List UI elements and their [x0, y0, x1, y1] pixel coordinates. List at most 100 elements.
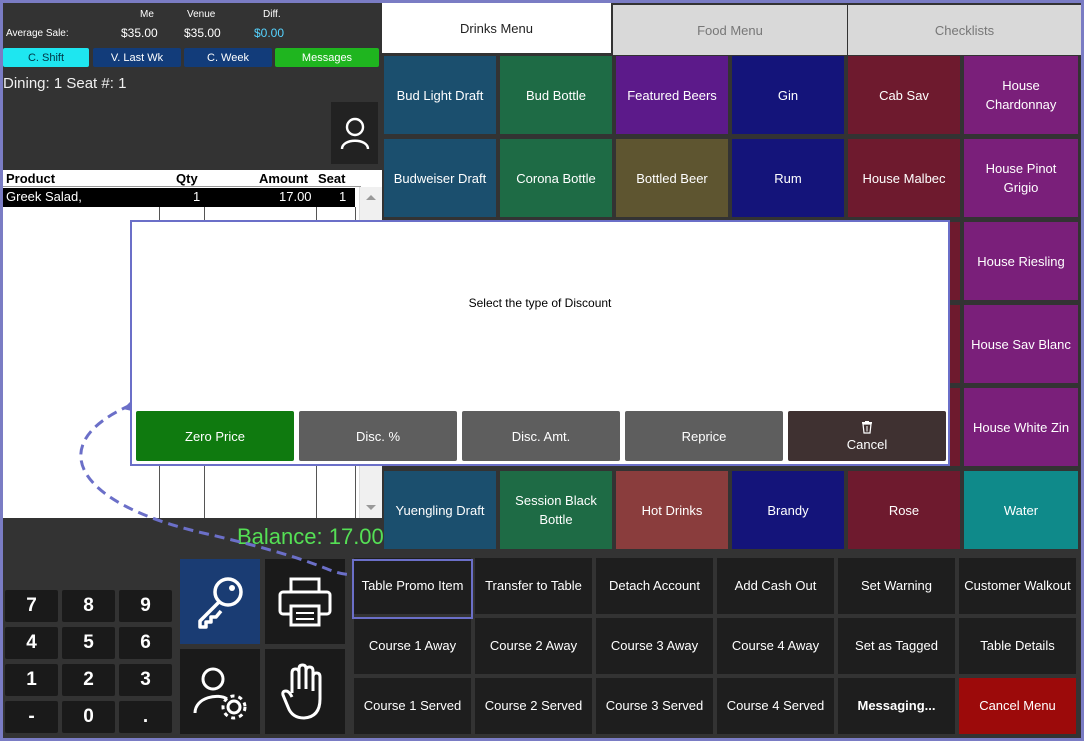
- row-product: Greek Salad,: [6, 189, 82, 204]
- table-row[interactable]: Greek Salad, 1 17.00 1: [3, 188, 355, 207]
- menu-item[interactable]: Hot Drinks: [616, 471, 728, 549]
- messages-button[interactable]: Messages: [275, 48, 379, 67]
- menu-item[interactable]: Bud Light Draft: [384, 56, 496, 134]
- hold-button[interactable]: [265, 649, 345, 734]
- menu-item[interactable]: House Malbec: [848, 139, 960, 217]
- cancel-label: Cancel: [846, 436, 888, 452]
- detach-account-button[interactable]: Detach Account: [596, 558, 713, 614]
- stats-header-me: Me: [140, 9, 154, 20]
- column-header-qty: Qty: [176, 171, 198, 186]
- transfer-to-table-button[interactable]: Transfer to Table: [475, 558, 592, 614]
- messaging-button[interactable]: Messaging...: [838, 678, 955, 734]
- menu-item[interactable]: Water: [964, 471, 1078, 549]
- key-decimal[interactable]: .: [119, 701, 172, 733]
- cancel-menu-button[interactable]: Cancel Menu: [959, 678, 1076, 734]
- tab-drinks-menu[interactable]: Drinks Menu: [382, 3, 611, 53]
- key-7[interactable]: 7: [5, 590, 58, 622]
- column-header-seat: Seat: [318, 171, 346, 186]
- dining-seat-info: Dining: 1 Seat #: 1: [3, 75, 127, 92]
- discount-percent-button[interactable]: Disc. %: [299, 411, 457, 461]
- reprice-button[interactable]: Reprice: [625, 411, 783, 461]
- key-3[interactable]: 3: [119, 664, 172, 696]
- filter-current-week-button[interactable]: C. Week: [184, 48, 272, 67]
- menu-item[interactable]: Brandy: [732, 471, 844, 549]
- menu-item[interactable]: Rose: [848, 471, 960, 549]
- table-details-button[interactable]: Table Details: [959, 618, 1076, 674]
- column-header-product: Product: [6, 171, 56, 186]
- course-2-away-button[interactable]: Course 2 Away: [475, 618, 592, 674]
- highlight-table-promo-item: [352, 559, 473, 619]
- menu-item[interactable]: Session Black Bottle: [500, 471, 612, 549]
- stats-header-diff: Diff.: [263, 9, 281, 20]
- key-0[interactable]: 0: [62, 701, 115, 733]
- user-icon: [340, 117, 369, 150]
- add-cash-out-button[interactable]: Add Cash Out: [717, 558, 834, 614]
- stats-value-venue: $35.00: [184, 26, 221, 40]
- filter-current-shift-button[interactable]: C. Shift: [3, 48, 89, 67]
- course-1-away-button[interactable]: Course 1 Away: [354, 618, 471, 674]
- menu-item[interactable]: Cab Sav: [848, 56, 960, 134]
- key-4[interactable]: 4: [5, 627, 58, 659]
- menu-item[interactable]: Featured Beers: [616, 56, 728, 134]
- customer-walkout-button[interactable]: Customer Walkout: [959, 558, 1076, 614]
- menu-item[interactable]: House Pinot Grigio: [964, 139, 1078, 217]
- key-1[interactable]: 1: [5, 664, 58, 696]
- stats-header-venue: Venue: [187, 9, 216, 20]
- key-6[interactable]: 6: [119, 627, 172, 659]
- menu-item[interactable]: House Chardonnay: [964, 56, 1078, 134]
- tab-food-menu[interactable]: Food Menu: [613, 5, 847, 55]
- set-warning-button[interactable]: Set Warning: [838, 558, 955, 614]
- row-qty: 1: [193, 189, 201, 204]
- key-8[interactable]: 8: [62, 590, 115, 622]
- menu-item[interactable]: Corona Bottle: [500, 139, 612, 217]
- set-as-tagged-button[interactable]: Set as Tagged: [838, 618, 955, 674]
- print-button[interactable]: [265, 559, 345, 644]
- course-4-served-button[interactable]: Course 4 Served: [717, 678, 834, 734]
- trash-icon: [862, 420, 872, 434]
- key-button[interactable]: [180, 559, 260, 644]
- course-4-away-button[interactable]: Course 4 Away: [717, 618, 834, 674]
- course-3-away-button[interactable]: Course 3 Away: [596, 618, 713, 674]
- pos-screen: Average Sale: Me Venue Diff. $35.00 $35.…: [3, 3, 1081, 738]
- menu-item[interactable]: Bud Bottle: [500, 56, 612, 134]
- key-9[interactable]: 9: [119, 590, 172, 622]
- user-settings-button[interactable]: [180, 649, 260, 734]
- menu-item[interactable]: House Sav Blanc: [964, 305, 1078, 383]
- tab-checklists[interactable]: Checklists: [848, 5, 1081, 55]
- stats-value-diff: $0.00: [254, 26, 285, 40]
- sales-stats: Average Sale: Me Venue Diff. $35.00 $35.…: [3, 3, 383, 45]
- scroll-up-icon[interactable]: [366, 195, 376, 200]
- menu-item[interactable]: Gin: [732, 56, 844, 134]
- key-5[interactable]: 5: [62, 627, 115, 659]
- balance-display: Balance: 17.00: [237, 524, 384, 549]
- stats-value-me: $35.00: [121, 26, 158, 40]
- column-header-amount: Amount: [259, 171, 309, 186]
- menu-item[interactable]: Rum: [732, 139, 844, 217]
- key-icon: [198, 576, 243, 629]
- hand-icon: [281, 663, 322, 719]
- discount-amount-button[interactable]: Disc. Amt.: [462, 411, 620, 461]
- key-2[interactable]: 2: [62, 664, 115, 696]
- dialog-message: Select the type of Discount: [468, 296, 612, 310]
- menu-item[interactable]: House White Zin: [964, 388, 1078, 466]
- menu-item[interactable]: House Riesling: [964, 222, 1078, 300]
- zero-price-button[interactable]: Zero Price: [136, 411, 294, 461]
- course-1-served-button[interactable]: Course 1 Served: [354, 678, 471, 734]
- printer-icon: [278, 577, 332, 626]
- key-minus[interactable]: -: [5, 701, 58, 733]
- scroll-down-icon[interactable]: [366, 505, 376, 510]
- user-settings-icon: [193, 667, 247, 719]
- filter-last-week-button[interactable]: V. Last Wk: [93, 48, 181, 67]
- row-amount: 17.00: [279, 189, 312, 204]
- discount-dialog: Select the type of Discount Zero Price D…: [130, 220, 950, 466]
- menu-item[interactable]: Yuengling Draft: [384, 471, 496, 549]
- cancel-button[interactable]: Cancel: [788, 411, 946, 461]
- menu-item[interactable]: Budweiser Draft: [384, 139, 496, 217]
- order-table-header: Product Qty Amount Seat: [3, 170, 361, 187]
- average-sale-label: Average Sale:: [6, 28, 69, 39]
- course-2-served-button[interactable]: Course 2 Served: [475, 678, 592, 734]
- user-button[interactable]: [331, 102, 378, 164]
- menu-item[interactable]: Bottled Beer: [616, 139, 728, 217]
- row-seat: 1: [339, 189, 347, 204]
- course-3-served-button[interactable]: Course 3 Served: [596, 678, 713, 734]
